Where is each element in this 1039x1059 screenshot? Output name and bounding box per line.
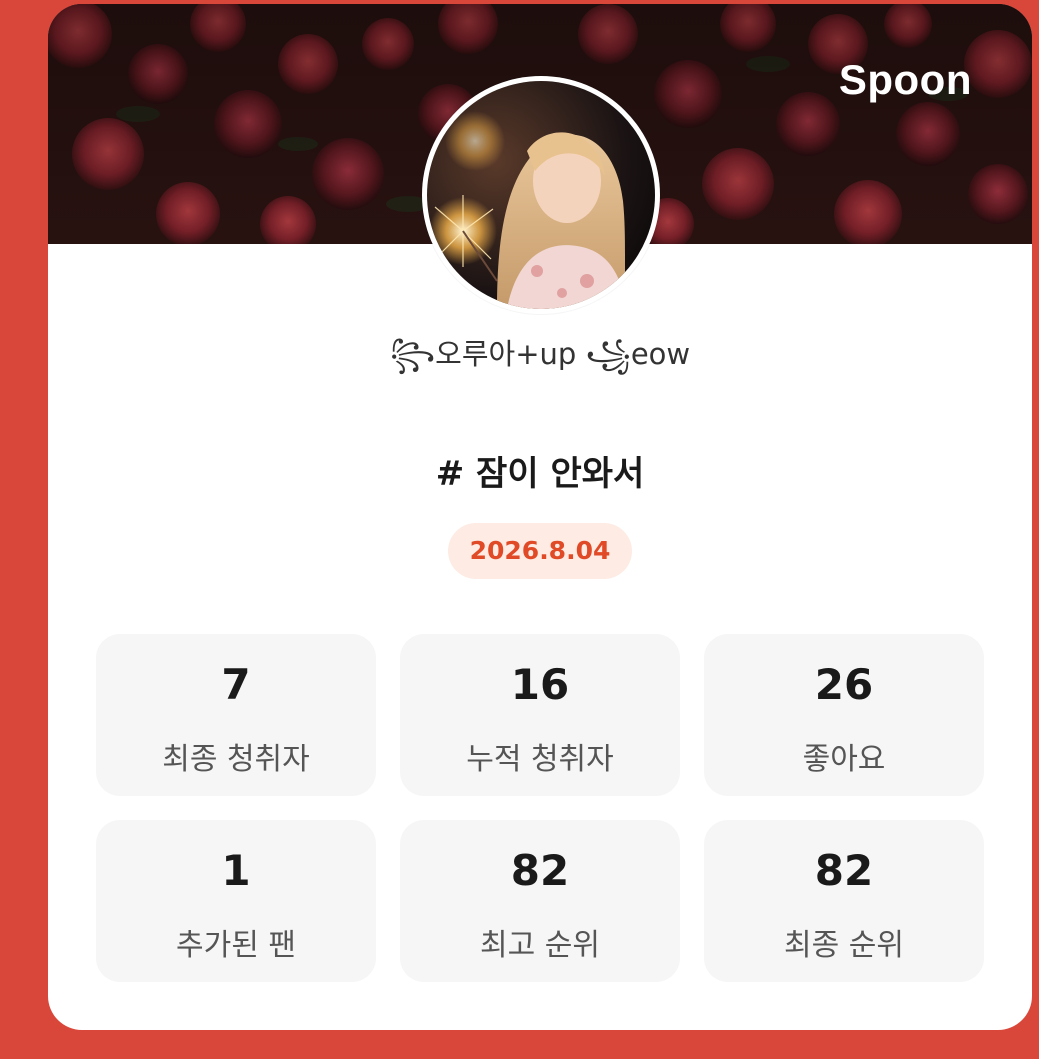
stat-value: 26 [814,660,874,709]
stat-value: 82 [814,846,874,895]
stat-value: 82 [510,846,570,895]
avatar[interactable] [422,76,660,314]
stat-final-rank: 82 최종 순위 [704,820,984,982]
profile-nickname: ꧂오루아+up ꧁eow [389,337,691,371]
stat-label: 최종 순위 [784,928,904,963]
stat-value: 7 [221,660,251,709]
spoon-logo: Spoon [838,56,972,103]
stat-likes: 26 좋아요 [704,634,984,796]
avatar-image [427,81,655,309]
stat-value: 1 [221,846,251,895]
stat-label: 최고 순위 [480,928,600,963]
stat-best-rank: 82 최고 순위 [400,820,680,982]
broadcast-title: # 잠이 안와서 [435,454,645,494]
stat-label: 추가된 팬 [176,928,296,963]
stat-value: 16 [510,660,570,709]
date-badge: 2026.8.04 [448,523,632,579]
stat-label: 누적 청취자 [466,742,614,777]
broadcast-summary-card: Spoon ꧂오루아+up ꧁eow # 잠이 안와서 2026.8.04 7 … [48,4,1032,1030]
stat-total-listeners: 16 누적 청취자 [400,634,680,796]
stat-label: 최종 청취자 [162,742,310,777]
stat-final-listeners: 7 최종 청취자 [96,634,376,796]
stat-label: 좋아요 [802,742,886,777]
stat-new-fans: 1 추가된 팬 [96,820,376,982]
